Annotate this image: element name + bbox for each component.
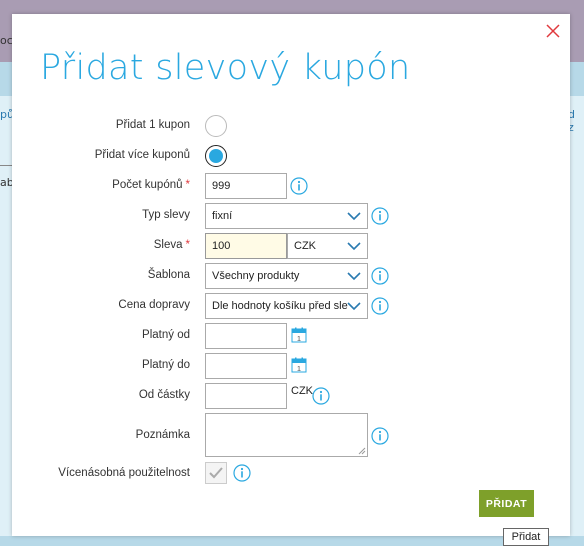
valid-from-label: Platný od (142, 329, 190, 341)
shipping-price-info-icon[interactable] (371, 297, 389, 315)
multiple-coupons-radio[interactable] (205, 145, 227, 167)
discount-type-value: fixní (212, 210, 233, 222)
background-topbar-text: oc (0, 34, 13, 47)
coupon-count-info-icon[interactable] (290, 177, 308, 195)
multi-use-info-icon[interactable] (233, 464, 251, 482)
add-button[interactable]: PŘIDAT (479, 490, 534, 517)
dialog-title: Přidat slevový kupón (40, 48, 411, 88)
discount-label: Sleva * (153, 239, 190, 251)
template-select[interactable]: Všechny produkty (205, 263, 368, 289)
add-coupon-dialog: Přidat slevový kupón Přidat 1 kupon Přid… (12, 14, 570, 536)
shipping-price-label: Cena dopravy (118, 299, 190, 311)
required-marker: * (185, 179, 190, 191)
note-textarea[interactable] (205, 413, 368, 457)
template-info-icon[interactable] (371, 267, 389, 285)
template-value: Všechny produkty (212, 270, 300, 282)
close-icon[interactable] (544, 22, 562, 40)
required-marker: * (185, 239, 190, 251)
discount-type-label: Typ slevy (142, 209, 190, 221)
chevron-down-icon (347, 242, 361, 251)
checkmark-icon (209, 467, 223, 479)
background-right-link[interactable]: d z (568, 108, 584, 134)
chevron-down-icon (347, 302, 361, 311)
shipping-price-select[interactable]: Dle hodnoty košíku před sle (205, 293, 368, 319)
valid-to-label: Platný do (142, 359, 190, 371)
multi-use-checkbox[interactable] (205, 462, 227, 484)
calendar-day: 1 (297, 364, 301, 373)
calendar-icon[interactable]: 1 (291, 357, 307, 373)
template-label: Šablona (147, 269, 190, 281)
discount-type-info-icon[interactable] (371, 207, 389, 225)
discount-input[interactable]: 100 (205, 233, 287, 259)
multiple-coupons-label: Přidat více kuponů (94, 149, 190, 161)
valid-from-input[interactable] (205, 323, 287, 349)
calendar-icon[interactable]: 1 (291, 327, 307, 343)
discount-type-select[interactable]: fixní (205, 203, 368, 229)
from-amount-label: Od částky (138, 389, 190, 401)
note-info-icon[interactable] (371, 427, 389, 445)
currency-value: CZK (294, 240, 316, 252)
from-amount-input[interactable] (205, 383, 287, 409)
single-coupon-radio[interactable] (205, 115, 227, 137)
currency-select[interactable]: CZK (287, 233, 368, 259)
note-label: Poznámka (135, 429, 190, 441)
calendar-day: 1 (297, 334, 301, 343)
chevron-down-icon (347, 212, 361, 221)
single-coupon-label: Přidat 1 kupon (115, 119, 190, 131)
from-amount-currency: CZK (291, 385, 313, 397)
coupon-count-input[interactable]: 999 (205, 173, 287, 199)
multi-use-label: Vícenásobná použitelnost (58, 467, 190, 479)
chevron-down-icon (347, 272, 361, 281)
add-button-tooltip: Přidat (503, 528, 549, 546)
background-divider (0, 165, 12, 166)
valid-to-input[interactable] (205, 353, 287, 379)
coupon-count-label: Počet kupónů * (112, 179, 190, 191)
shipping-price-value: Dle hodnoty košíku před sle (212, 300, 348, 312)
resize-grip-icon[interactable] (358, 447, 366, 455)
from-amount-info-icon[interactable] (312, 387, 330, 405)
